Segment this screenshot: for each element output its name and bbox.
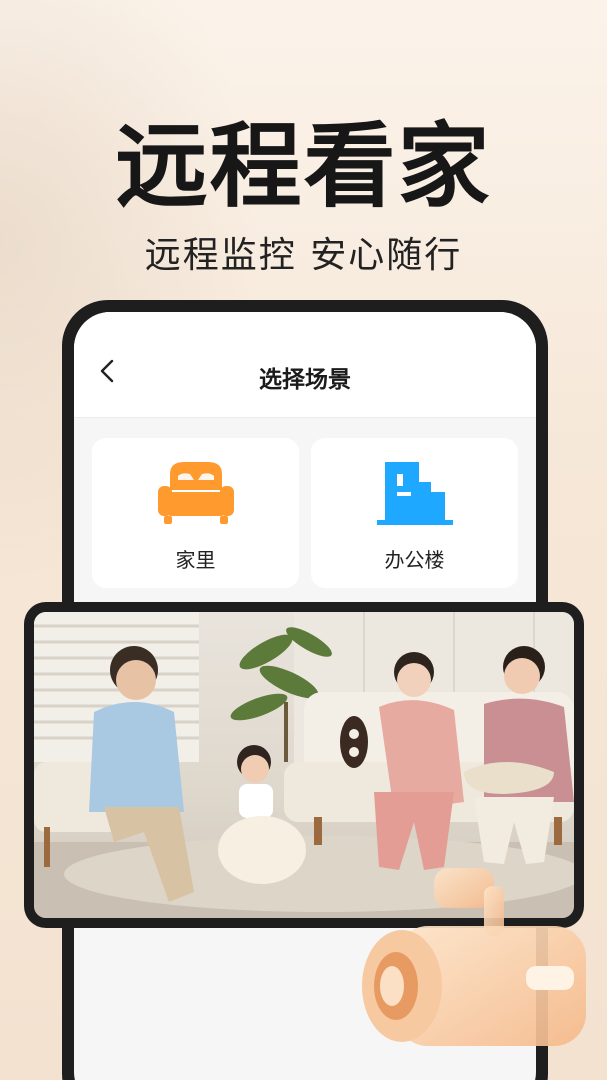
page-title: 选择场景 [259, 367, 351, 393]
headline: 远程看家 [115, 113, 492, 220]
scene-list: 家里 办公楼 [92, 438, 518, 588]
scene-card-office[interactable]: 办公楼 [311, 438, 518, 588]
sofa-icon [157, 462, 234, 524]
subheadline: 远程监控 安心随行 [144, 235, 463, 276]
nav-bar: 选择场景 [74, 312, 536, 418]
scene-label: 办公楼 [384, 548, 445, 572]
video-camera-icon [362, 868, 586, 1046]
office-building-icon [376, 462, 453, 525]
scene-label: 家里 [175, 548, 216, 572]
scene-card-home[interactable]: 家里 [92, 438, 299, 588]
